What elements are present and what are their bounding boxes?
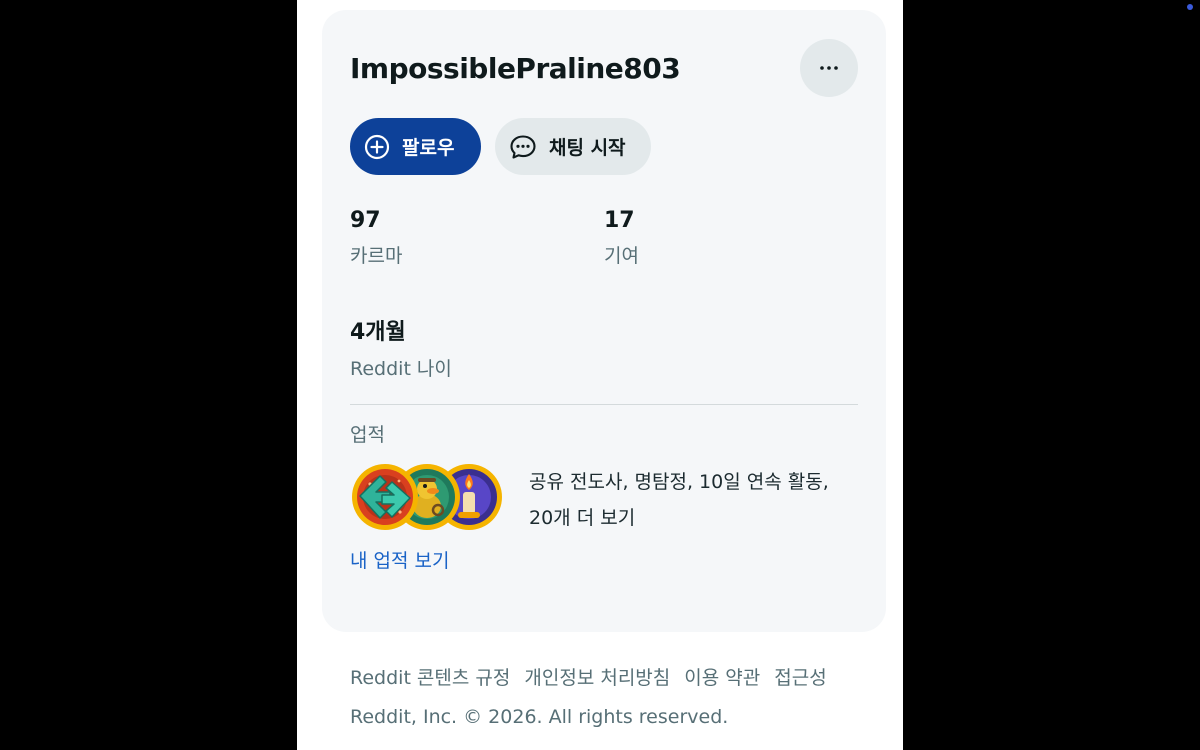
footer-link-user-agreement[interactable]: 이용 약관 <box>684 663 760 690</box>
window-status-dot <box>1187 4 1193 10</box>
chat-bubble-icon <box>510 134 536 159</box>
more-options-button[interactable] <box>800 39 858 97</box>
profile-actions: 팔로우 채팅 시작 <box>350 118 651 175</box>
profile-card: ImpossiblePraline803 팔로우 채팅 시작 97 카르마 17… <box>322 10 886 632</box>
reddit-age-label: Reddit 나이 <box>350 358 452 380</box>
karma-stat: 97 카르마 <box>350 208 402 268</box>
contributions-value: 17 <box>604 208 635 233</box>
plus-circle-icon <box>364 134 390 159</box>
profile-page: ImpossiblePraline803 팔로우 채팅 시작 97 카르마 17… <box>297 0 903 750</box>
achievement-badges <box>350 462 510 532</box>
section-divider <box>350 404 858 405</box>
achievements-summary-line2: 20개 더 보기 <box>529 507 636 529</box>
ellipsis-icon <box>820 66 838 70</box>
footer-link-privacy-policy[interactable]: 개인정보 처리방침 <box>524 663 670 690</box>
username: ImpossiblePraline803 <box>350 52 681 85</box>
follow-button-label: 팔로우 <box>402 137 455 159</box>
contributions-label: 기여 <box>604 245 639 267</box>
copyright-notice: Reddit, Inc. © 2026. All rights reserved… <box>350 706 729 728</box>
follow-button[interactable]: 팔로우 <box>350 118 481 175</box>
karma-label: 카르마 <box>350 245 403 267</box>
achievements-summary: 공유 전도사, 명탐정, 10일 연속 활동, 20개 더 보기 <box>529 464 859 536</box>
start-chat-button[interactable]: 채팅 시작 <box>495 118 651 175</box>
sharing-arrows-badge-icon <box>350 462 420 532</box>
footer-link-accessibility[interactable]: 접근성 <box>774 663 826 690</box>
reddit-age-value: 4개월 <box>350 320 406 345</box>
start-chat-button-label: 채팅 시작 <box>549 137 626 159</box>
footer-links: Reddit 콘텐츠 규정 개인정보 처리방침 이용 약관 접근성 <box>350 663 827 690</box>
reddit-age-stat: 4개월 Reddit 나이 <box>350 314 452 381</box>
achievements-summary-line1: 공유 전도사, 명탐정, 10일 연속 활동, <box>529 471 829 493</box>
contributions-stat: 17 기여 <box>604 208 639 268</box>
footer-link-content-policy[interactable]: Reddit 콘텐츠 규정 <box>350 663 510 690</box>
view-my-achievements-link[interactable]: 내 업적 보기 <box>350 546 449 573</box>
achievements-heading: 업적 <box>350 424 385 446</box>
karma-value: 97 <box>350 208 381 233</box>
